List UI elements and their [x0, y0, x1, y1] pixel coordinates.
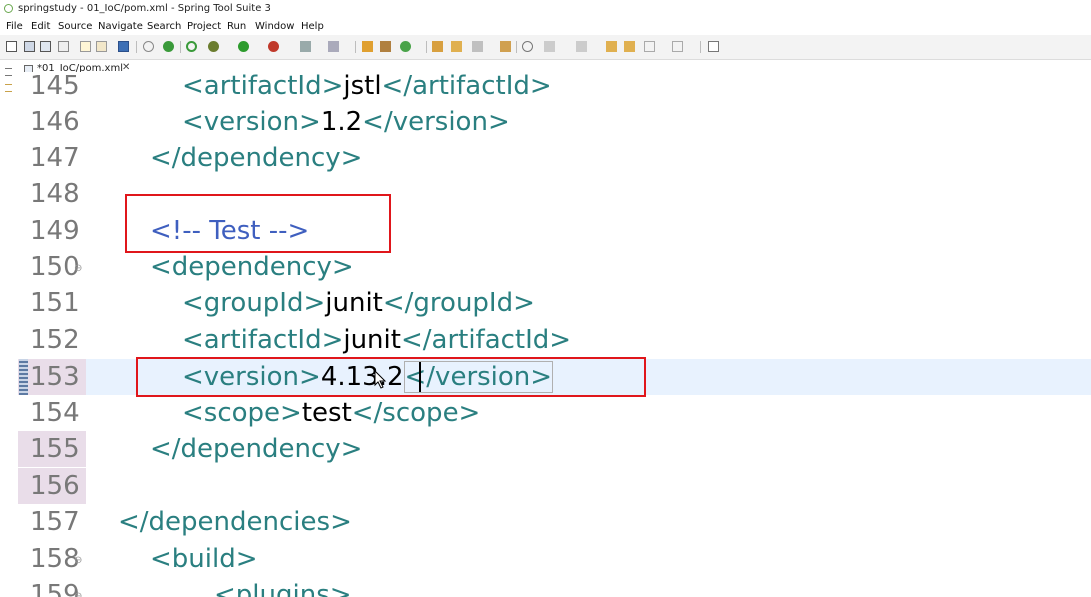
menu-file[interactable]: File [6, 21, 23, 32]
navigate-back-icon[interactable] [644, 41, 655, 52]
coverage-icon[interactable] [300, 41, 311, 52]
gutter-line: 151 [18, 285, 86, 321]
menu-run[interactable]: Run [227, 21, 246, 32]
line-number: 151 [30, 288, 80, 318]
line-number: 155 [30, 434, 80, 464]
line-number: 153 [30, 362, 80, 392]
restore-icon[interactable] [5, 68, 12, 76]
code-line: </dependencies> [118, 507, 352, 537]
menu-edit[interactable]: Edit [31, 21, 50, 32]
code-line: <artifactId>jstl</artifactId> [182, 72, 552, 101]
line-number: 156 [30, 471, 80, 501]
package-explorer-icon[interactable] [5, 84, 12, 92]
fold-toggle-icon[interactable]: ⊖ [74, 263, 82, 274]
skip-breakpoints-icon[interactable] [143, 41, 154, 52]
gutter-line: 157 [18, 504, 86, 540]
line-number: 157 [30, 507, 80, 537]
window-title: springstudy - 01_IoC/pom.xml - Spring To… [18, 3, 271, 14]
code-line: </dependency> [150, 143, 363, 173]
last-edit-icon[interactable] [606, 41, 617, 52]
left-trim [0, 60, 18, 597]
navigate-history-icon[interactable] [624, 41, 635, 52]
print-icon[interactable] [58, 41, 69, 52]
gutter-line: 148 [18, 176, 86, 212]
line-number: 152 [30, 325, 80, 355]
new-java-project-icon[interactable] [362, 41, 373, 52]
code-line: <scope>test</scope> [182, 398, 481, 428]
pin-icon[interactable] [472, 41, 483, 52]
gutter-line: 147 [18, 140, 86, 176]
gutter-line: 158 ⊖ [18, 541, 86, 577]
menu-bar: File Edit Source Navigate Search Project… [0, 19, 1091, 35]
code-line: <build> [150, 544, 258, 574]
line-number: 148 [30, 179, 80, 209]
code-line: </dependency> [150, 434, 363, 464]
gutter-line: 159 ⊖ [18, 577, 86, 597]
code-line: <artifactId>junit</artifactId> [182, 325, 572, 355]
line-number: 149 [30, 216, 80, 246]
line-number: 159 [30, 580, 80, 597]
gutter-line: 145 [18, 72, 86, 104]
line-number: 146 [30, 107, 80, 137]
gutter-line: 156 [18, 468, 86, 504]
menu-search[interactable]: Search [147, 21, 181, 32]
debug-icon[interactable] [208, 41, 219, 52]
code-line: <plugins> [214, 580, 352, 597]
gutter-line: 146 [18, 104, 86, 140]
gutter-line: 149 [18, 213, 86, 249]
xml-editor[interactable]: 145 <artifactId>jstl</artifactId> 146 <v… [18, 72, 1091, 597]
new-package-icon[interactable] [380, 41, 391, 52]
open-resource-icon[interactable] [96, 41, 107, 52]
fold-toggle-icon[interactable]: ⊖ [74, 591, 82, 597]
edit-icon[interactable] [500, 41, 511, 52]
refresh-icon[interactable] [186, 41, 197, 52]
gutter-line: 154 [18, 395, 86, 431]
menu-project[interactable]: Project [187, 21, 221, 32]
main-toolbar [0, 35, 1091, 60]
perspective-icon[interactable] [708, 41, 719, 52]
window-titlebar: springstudy - 01_IoC/pom.xml - Spring To… [0, 0, 1091, 19]
code-line: <version>1.2</version> [182, 107, 510, 137]
run-icon[interactable] [238, 41, 249, 52]
line-number: 147 [30, 143, 80, 173]
menu-help[interactable]: Help [301, 21, 324, 32]
spring-boot-icon[interactable] [163, 41, 174, 52]
line-number: 145 [30, 72, 80, 101]
menu-window[interactable]: Window [255, 21, 294, 32]
code-line: <dependency> [150, 252, 354, 282]
save-icon[interactable] [24, 41, 35, 52]
line-number: 154 [30, 398, 80, 428]
search-icon[interactable] [522, 41, 533, 52]
new-icon[interactable] [6, 41, 17, 52]
server-icon[interactable] [328, 41, 339, 52]
current-line-marker [19, 359, 28, 395]
next-annotation-icon[interactable] [544, 41, 555, 52]
line-number: 150 [30, 252, 80, 282]
open-type-icon[interactable] [80, 41, 91, 52]
spring-tool-suite-icon [4, 4, 13, 13]
annotation-box-comment [125, 194, 391, 253]
line-number: 158 [30, 544, 80, 574]
code-line: <groupId>junit</groupId> [182, 288, 535, 318]
open-folder-icon[interactable] [432, 41, 443, 52]
gutter-line: 155 [18, 431, 86, 467]
previous-annotation-icon[interactable] [576, 41, 587, 52]
gutter-line: 152 [18, 322, 86, 358]
fold-toggle-icon[interactable]: ⊖ [74, 555, 82, 566]
terminal-icon[interactable] [118, 41, 129, 52]
save-all-icon[interactable] [40, 41, 51, 52]
gutter-line: 153 [18, 359, 86, 395]
external-tools-icon[interactable] [268, 41, 279, 52]
navigate-forward-icon[interactable] [672, 41, 683, 52]
menu-navigate[interactable]: Navigate [98, 21, 143, 32]
gutter-line: 150 ⊖ [18, 249, 86, 285]
annotation-box-version [136, 357, 646, 397]
menu-source[interactable]: Source [58, 21, 92, 32]
open-project-icon[interactable] [451, 41, 462, 52]
new-class-icon[interactable] [400, 41, 411, 52]
